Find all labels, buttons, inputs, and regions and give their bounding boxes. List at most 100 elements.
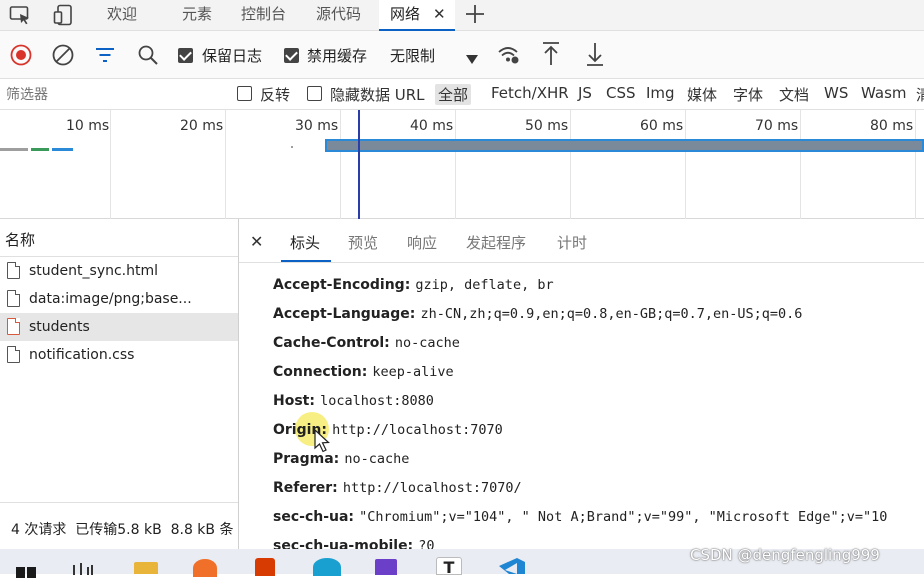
tab-headers[interactable]: 标头 [290, 232, 320, 253]
document-icon [7, 290, 20, 307]
header-name: Connection: [273, 364, 368, 380]
tab-sources[interactable]: 源代码 [316, 0, 361, 31]
add-tab-icon[interactable] [464, 2, 486, 28]
type-filter-xhr[interactable]: Fetch/XHR [491, 84, 569, 102]
gridline [455, 110, 456, 219]
header-row: Connection: keep-alive [273, 361, 454, 380]
header-row: Cache-Control: no-cache [273, 332, 460, 351]
os-taskbar: T CSDN @dengfengling999 [0, 546, 924, 578]
type-filter-ws[interactable]: WS [824, 84, 848, 102]
tab-console[interactable]: 控制台 [241, 0, 286, 31]
tick-label: 80 ms [870, 118, 914, 134]
type-filter-doc[interactable]: 文档 [779, 84, 809, 105]
disable-cache-label: 禁用缓存 [307, 47, 368, 65]
header-value: http://localhost:7070 [332, 422, 503, 438]
search-taskbar-icon[interactable] [72, 560, 94, 579]
close-icon[interactable]: ✕ [433, 0, 446, 29]
header-row: Pragma: no-cache [273, 448, 409, 467]
header-name: Referer: [273, 480, 338, 496]
request-bar [31, 148, 49, 151]
invert-checkbox[interactable] [237, 86, 252, 101]
type-filter-font[interactable]: 字体 [733, 84, 763, 105]
windows-start-icon[interactable] [16, 563, 36, 582]
type-filter-img[interactable]: Img [646, 84, 675, 102]
search-icon[interactable] [137, 44, 159, 70]
type-filter-other[interactable]: 清 [916, 84, 924, 105]
preserve-log-label: 保留日志 [202, 47, 263, 65]
request-row[interactable]: students [0, 313, 238, 341]
request-row[interactable]: notification.css [0, 341, 238, 369]
record-icon[interactable] [10, 44, 32, 70]
header-value: keep-alive [372, 364, 454, 380]
tab-label: 控制台 [241, 5, 287, 23]
type-filter-media[interactable]: 媒体 [687, 84, 717, 105]
tab-label: 源代码 [316, 5, 362, 23]
request-bar [0, 148, 28, 151]
tab-elements[interactable]: 元素 [182, 0, 212, 31]
divider [239, 262, 924, 263]
header-row: Referer: http://localhost:7070/ [273, 477, 522, 496]
watermark: CSDN @dengfengling999 [690, 546, 880, 564]
preserve-log-checkbox[interactable] [178, 48, 193, 63]
header-value: localhost:8080 [320, 393, 434, 409]
gridline [225, 110, 226, 219]
type-filter-all[interactable]: 全部 [435, 84, 472, 105]
file-explorer-icon[interactable] [134, 562, 158, 574]
typora-icon[interactable]: T [436, 557, 462, 577]
type-filter-css[interactable]: CSS [606, 84, 636, 102]
tick-label: 70 ms [755, 118, 799, 134]
filter-icon[interactable] [95, 46, 115, 68]
vscode-icon[interactable] [497, 558, 525, 578]
hide-data-urls-checkbox[interactable] [307, 86, 322, 101]
request-bar [52, 148, 73, 151]
close-icon[interactable]: ✕ [250, 232, 263, 251]
tab-welcome[interactable]: 欢迎 [107, 0, 137, 31]
tick-label: 50 ms [525, 118, 569, 134]
tab-network[interactable]: 网络 ✕ [379, 0, 455, 31]
tab-label: 元素 [182, 5, 213, 23]
firefox-icon[interactable] [193, 559, 217, 577]
header-name: Pragma: [273, 451, 340, 467]
hide-data-urls-label: 隐藏数据 URL [330, 86, 425, 104]
request-row[interactable]: data:image/png;base... [0, 285, 238, 313]
import-har-icon[interactable] [541, 41, 561, 71]
device-toolbar-icon[interactable] [53, 4, 75, 31]
document-icon [7, 262, 20, 279]
chevron-down-icon [466, 50, 478, 69]
throttling-select[interactable]: 无限制 [386, 41, 484, 69]
tick-label: 30 ms [295, 118, 339, 134]
disable-cache-checkbox[interactable] [284, 48, 299, 63]
name-column-header[interactable]: 名称 [5, 229, 35, 250]
tab-initiator[interactable]: 发起程序 [466, 232, 526, 253]
clear-icon[interactable] [52, 44, 74, 70]
tab-response[interactable]: 响应 [407, 232, 437, 253]
edge-icon[interactable] [313, 558, 341, 576]
header-row: sec-ch-ua-mobile: ?0 [273, 535, 435, 549]
intellij-icon[interactable] [375, 559, 397, 575]
tab-timing[interactable]: 计时 [557, 232, 587, 253]
tab-preview[interactable]: 预览 [348, 232, 378, 253]
inspect-icon[interactable] [9, 5, 31, 30]
type-filter-wasm[interactable]: Wasm [861, 84, 907, 102]
filter-input[interactable] [0, 82, 224, 107]
devtools-tab-strip: 欢迎 元素 控制台 源代码 网络 ✕ [0, 0, 924, 31]
header-name: Host: [273, 393, 315, 409]
header-name: Accept-Encoding: [273, 277, 411, 293]
gridline [685, 110, 686, 219]
request-name: students [29, 319, 90, 335]
filter-bar: 反转 隐藏数据 URL 全部 Fetch/XHR JS CSS Img 媒体 字… [0, 79, 924, 110]
tick-label: 20 ms [180, 118, 224, 134]
status-summary: 4 次请求 已传输5.8 kB 8.8 kB 条 [11, 522, 234, 538]
tick-label: 10 ms [66, 118, 110, 134]
export-har-icon[interactable] [585, 41, 605, 71]
network-conditions-icon[interactable] [497, 44, 521, 70]
tab-label: 网络 [390, 5, 421, 23]
dom-content-loaded-marker [358, 110, 360, 219]
timeline-overview[interactable]: 10 ms 20 ms 30 ms 40 ms 50 ms 60 ms 70 m… [0, 110, 924, 219]
office-icon[interactable] [255, 558, 275, 576]
type-filter-js[interactable]: JS [578, 84, 592, 102]
header-row: Origin: http://localhost:7070 [273, 419, 503, 438]
request-row[interactable]: student_sync.html [0, 257, 238, 285]
header-value: gzip, deflate, br [415, 277, 554, 293]
gridline [800, 110, 801, 219]
